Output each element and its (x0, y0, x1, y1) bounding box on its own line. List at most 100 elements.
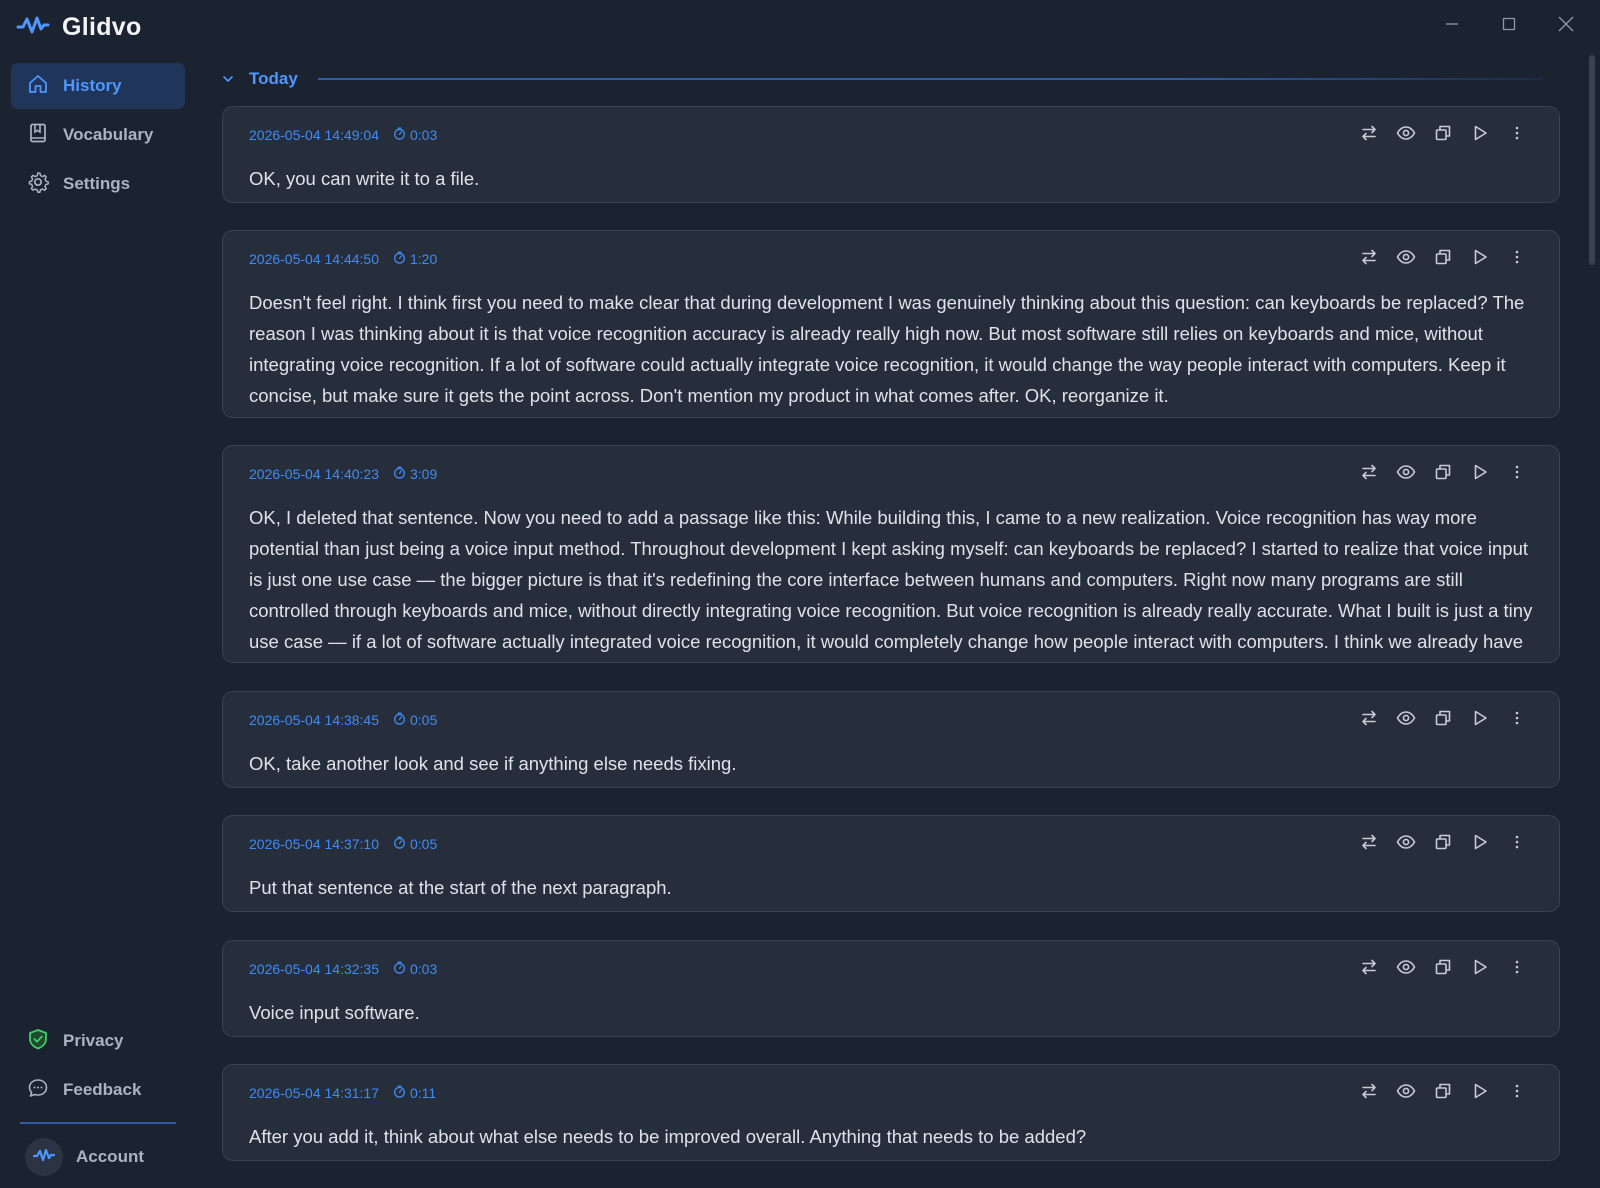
play-button[interactable] (1470, 710, 1490, 730)
timer-icon (393, 1085, 406, 1101)
scrollbar-thumb[interactable] (1589, 55, 1595, 265)
view-button[interactable] (1396, 1083, 1416, 1103)
play-button[interactable] (1470, 834, 1490, 854)
copy-icon (1434, 958, 1452, 981)
play-button[interactable] (1470, 959, 1490, 979)
copy-icon (1434, 709, 1452, 732)
account-button[interactable]: Account (25, 1137, 144, 1177)
maximize-button[interactable] (1495, 12, 1523, 40)
play-button[interactable] (1470, 464, 1490, 484)
more-options-button[interactable] (1507, 464, 1527, 484)
book-icon (27, 122, 49, 149)
entry-meta: 2026-05-04 14:40:23 3:09 (249, 466, 437, 482)
view-button[interactable] (1396, 710, 1416, 730)
copy-icon (1434, 248, 1452, 271)
shield-check-icon (27, 1028, 49, 1055)
minimize-button[interactable] (1438, 12, 1466, 40)
entry-meta: 2026-05-04 14:31:17 0:11 (249, 1085, 436, 1101)
play-icon (1471, 958, 1489, 981)
window-controls (1438, 12, 1580, 40)
chat-bubble-icon (27, 1077, 49, 1104)
swap-icon (1360, 463, 1378, 486)
history-entry: 2026-05-04 14:32:35 0:03 Voice input sof… (222, 940, 1560, 1037)
entry-duration-value: 0:11 (410, 1085, 437, 1101)
gear-icon (27, 171, 49, 198)
swap-button[interactable] (1359, 464, 1379, 484)
swap-button[interactable] (1359, 959, 1379, 979)
copy-button[interactable] (1433, 249, 1453, 269)
more-vertical-icon (1514, 1083, 1520, 1104)
entry-timestamp: 2026-05-04 14:49:04 (249, 127, 379, 143)
sidebar-item-vocabulary[interactable]: Vocabulary (11, 112, 185, 158)
swap-button[interactable] (1359, 834, 1379, 854)
entry-timestamp: 2026-05-04 14:31:17 (249, 1085, 379, 1101)
more-options-button[interactable] (1507, 959, 1527, 979)
view-button[interactable] (1396, 959, 1416, 979)
eye-icon (1396, 1083, 1416, 1104)
group-divider (317, 78, 1542, 80)
timer-icon (393, 836, 406, 852)
play-icon (1471, 124, 1489, 147)
play-button[interactable] (1470, 125, 1490, 145)
history-entry: 2026-05-04 14:31:17 0:11 After you add i… (222, 1064, 1560, 1161)
sidebar: Glidvo History Vocabulary Settings Priva… (0, 0, 196, 1188)
copy-button[interactable] (1433, 1083, 1453, 1103)
copy-icon (1434, 833, 1452, 856)
more-options-button[interactable] (1507, 1083, 1527, 1103)
more-options-button[interactable] (1507, 249, 1527, 269)
history-entry: 2026-05-04 14:37:10 0:05 Put that senten… (222, 815, 1560, 912)
avatar (25, 1138, 63, 1176)
play-icon (1471, 1082, 1489, 1105)
close-icon (1557, 15, 1575, 38)
more-vertical-icon (1514, 464, 1520, 485)
group-header-today[interactable]: Today (222, 64, 1562, 94)
swap-icon (1360, 1082, 1378, 1105)
more-options-button[interactable] (1507, 125, 1527, 145)
view-button[interactable] (1396, 249, 1416, 269)
sidebar-item-label: History (63, 76, 122, 95)
copy-icon (1434, 124, 1452, 147)
more-options-button[interactable] (1507, 710, 1527, 730)
group-title: Today (249, 69, 298, 88)
sidebar-item-history[interactable]: History (11, 63, 185, 109)
entry-meta: 2026-05-04 14:49:04 0:03 (249, 127, 437, 143)
copy-button[interactable] (1433, 834, 1453, 854)
entry-timestamp: 2026-05-04 14:32:35 (249, 961, 379, 977)
swap-button[interactable] (1359, 249, 1379, 269)
play-icon (1471, 463, 1489, 486)
view-button[interactable] (1396, 464, 1416, 484)
swap-button[interactable] (1359, 710, 1379, 730)
entry-duration-value: 0:05 (410, 712, 438, 728)
entry-text: OK, you can write it to a file. (249, 168, 480, 189)
entry-actions (1359, 834, 1527, 854)
chevron-down-icon (222, 73, 238, 85)
entry-meta: 2026-05-04 14:38:45 0:05 (249, 712, 437, 728)
play-button[interactable] (1470, 1083, 1490, 1103)
sidebar-item-privacy[interactable]: Privacy (11, 1018, 185, 1064)
play-button[interactable] (1470, 249, 1490, 269)
sidebar-item-label: Privacy (63, 1031, 124, 1050)
more-vertical-icon (1514, 125, 1520, 146)
more-options-button[interactable] (1507, 834, 1527, 854)
copy-button[interactable] (1433, 710, 1453, 730)
close-button[interactable] (1552, 12, 1580, 40)
sidebar-divider (20, 1122, 176, 1124)
copy-icon (1434, 463, 1452, 486)
entry-text: Doesn't feel right. I think first you ne… (249, 292, 1525, 406)
view-button[interactable] (1396, 834, 1416, 854)
sidebar-item-feedback[interactable]: Feedback (11, 1067, 185, 1113)
copy-button[interactable] (1433, 125, 1453, 145)
swap-button[interactable] (1359, 125, 1379, 145)
copy-icon (1434, 1082, 1452, 1105)
swap-button[interactable] (1359, 1083, 1379, 1103)
entry-actions (1359, 710, 1527, 730)
sidebar-item-label: Feedback (63, 1080, 142, 1099)
view-button[interactable] (1396, 125, 1416, 145)
entry-actions (1359, 959, 1527, 979)
more-vertical-icon (1514, 249, 1520, 270)
timer-icon (393, 466, 406, 482)
copy-button[interactable] (1433, 959, 1453, 979)
copy-button[interactable] (1433, 464, 1453, 484)
entry-text: OK, take another look and see if anythin… (249, 753, 737, 774)
sidebar-item-settings[interactable]: Settings (11, 161, 185, 207)
